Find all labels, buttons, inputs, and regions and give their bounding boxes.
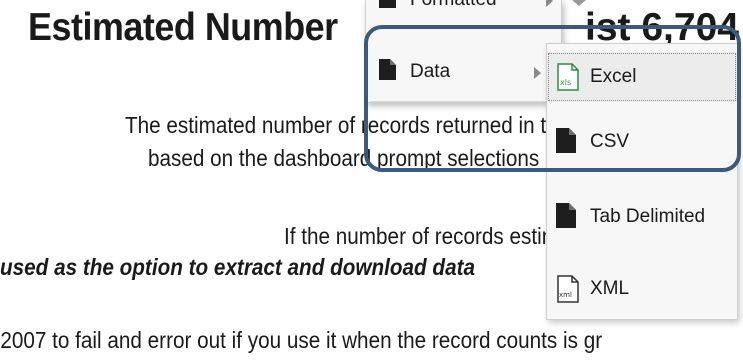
menu-item-formatted[interactable]: Formatted	[366, 0, 561, 17]
document-icon	[556, 203, 580, 231]
page-title: Estimated Number	[28, 6, 338, 49]
svg-text:xml: xml	[559, 291, 572, 299]
chevron-down-icon	[572, 0, 586, 6]
submenu-item-label: XML	[590, 278, 630, 299]
description-line-5: l 2007 to fail and error out if you use …	[0, 327, 603, 353]
menu-item-label: Formatted	[410, 0, 497, 11]
submenu-item-xml[interactable]: xml XML	[547, 264, 737, 314]
highlight-box	[364, 25, 741, 172]
submenu-item-tab-delimited[interactable]: Tab Delimited	[547, 192, 737, 242]
document-icon	[379, 0, 396, 13]
description-line-4: used as the option to extract and downlo…	[0, 254, 476, 280]
submenu-item-label: Tab Delimited	[590, 206, 706, 227]
chevron-right-icon	[546, 0, 553, 7]
xml-file-icon: xml	[556, 275, 580, 303]
